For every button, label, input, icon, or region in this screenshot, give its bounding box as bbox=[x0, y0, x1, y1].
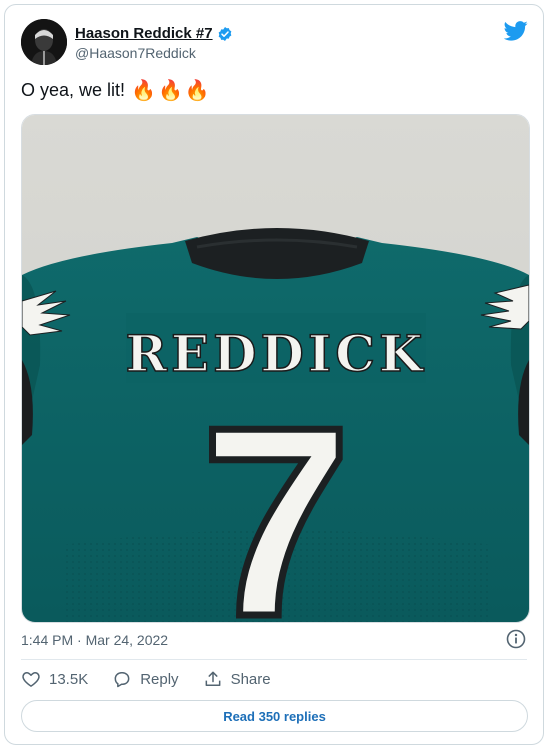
author-display-name[interactable]: Haason Reddick #7 bbox=[75, 25, 213, 42]
like-button[interactable]: 13.5K bbox=[21, 669, 88, 689]
reply-bubble-icon bbox=[114, 672, 130, 688]
tweet-text: O yea, we lit! 🔥 🔥 🔥 bbox=[21, 80, 210, 101]
heart-icon bbox=[22, 672, 40, 687]
fire-emoji: 🔥 bbox=[157, 79, 183, 102]
divider bbox=[21, 659, 527, 660]
author-name-row: Haason Reddick #7 bbox=[75, 25, 233, 42]
avatar-portrait-icon bbox=[21, 19, 67, 65]
avatar[interactable] bbox=[21, 19, 67, 65]
tweet-card: Haason Reddick #7 @Haason7Reddick O yea,… bbox=[4, 4, 544, 745]
tweet-body: O yea, we lit! bbox=[21, 80, 126, 100]
reply-label: Reply bbox=[140, 670, 179, 688]
info-icon[interactable] bbox=[506, 629, 526, 649]
share-label: Share bbox=[230, 670, 271, 688]
verified-badge-icon bbox=[218, 26, 231, 41]
like-count: 13.5K bbox=[49, 670, 89, 688]
tweet-timestamp[interactable]: 1:44 PM · Mar 24, 2022 bbox=[21, 632, 168, 648]
fire-emoji: 🔥 bbox=[131, 79, 156, 102]
tweet-actions: 13.5K Reply Share bbox=[21, 669, 295, 689]
jersey-photo: REDDICK 7 bbox=[22, 115, 529, 622]
twitter-bird-icon[interactable] bbox=[504, 21, 528, 41]
jersey-number: 7 bbox=[201, 372, 351, 622]
reply-button[interactable]: Reply bbox=[112, 669, 179, 689]
tweet-media-image[interactable]: REDDICK 7 bbox=[21, 114, 530, 623]
author-handle[interactable]: @Haason7Reddick bbox=[75, 45, 196, 61]
read-replies-button[interactable]: Read 350 replies bbox=[21, 700, 528, 732]
fire-emoji: 🔥 bbox=[184, 79, 210, 102]
share-button[interactable]: Share bbox=[203, 669, 271, 689]
share-upload-icon bbox=[205, 671, 220, 686]
